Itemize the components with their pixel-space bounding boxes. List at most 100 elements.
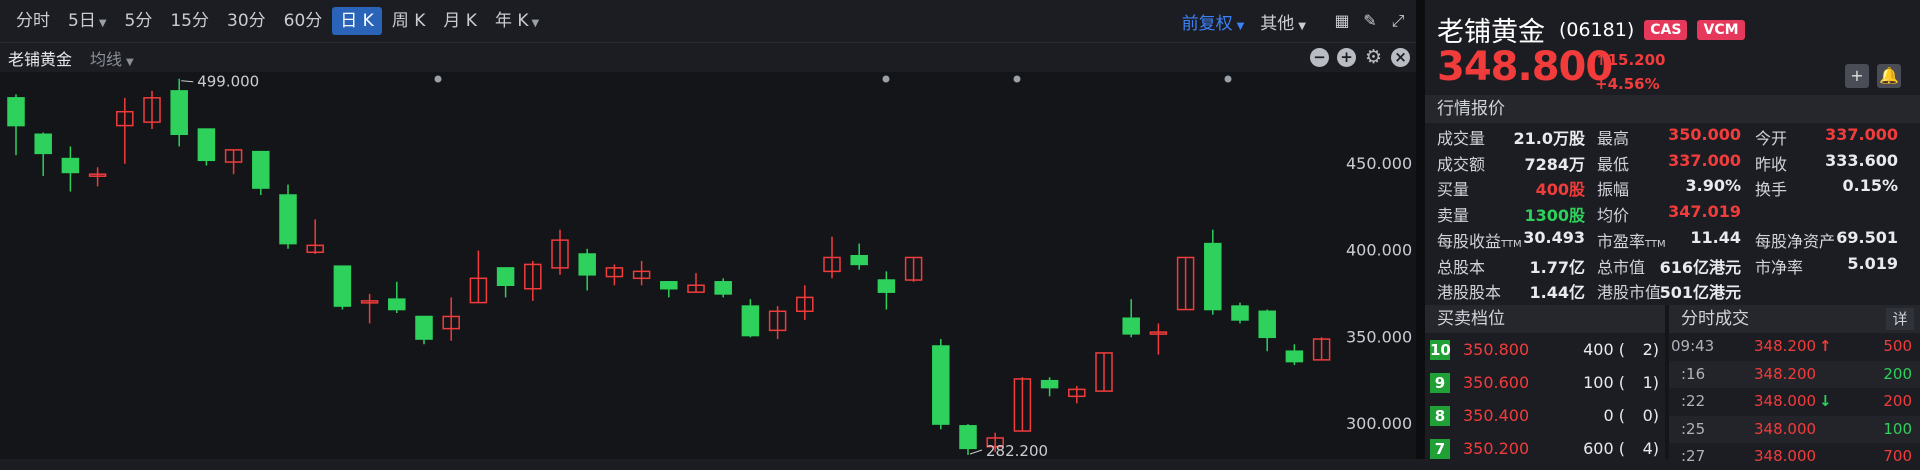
period-tab-label: 15分	[170, 11, 209, 31]
minus-icon[interactable]: −	[1310, 48, 1329, 67]
ma-label: 均线	[90, 49, 123, 69]
level-badge: 7	[1430, 439, 1450, 459]
orderbook-row[interactable]: 10 350.800 400 (2)	[1425, 333, 1665, 366]
tick-row: 09:43 348.200 ↑ 500	[1669, 333, 1920, 360]
tick-time: :27	[1681, 447, 1706, 465]
tick-row: :25 348.000 100	[1669, 415, 1920, 443]
period-tab-8[interactable]: 月 K	[435, 7, 485, 35]
orderbook-row[interactable]: 8 350.400 0 (0)	[1425, 399, 1665, 432]
quote-label: 总市值	[1597, 254, 1645, 278]
tick-volume: 500	[1883, 337, 1912, 355]
vcm-badge: VCM	[1697, 19, 1745, 40]
tick-time: :22	[1681, 392, 1706, 410]
level-badge: 10	[1430, 340, 1451, 360]
candle-body	[1204, 242, 1222, 311]
toolbar-right: 前复权 ▼ 其他 ▼ ▦ ✎ ⤢	[1182, 0, 1408, 42]
panel-divider	[1665, 305, 1669, 459]
quote-label-text: 港股股本	[1437, 283, 1502, 302]
tick-volume: 200	[1883, 392, 1912, 410]
tick-row: :27 348.000 700	[1669, 443, 1920, 470]
candle-body	[170, 90, 188, 136]
close-icon[interactable]: ×	[1391, 48, 1410, 67]
orderbook-row[interactable]: 9 350.600 100 (1)	[1425, 366, 1665, 399]
splitter-handle[interactable]	[1416, 0, 1425, 459]
gear-icon[interactable]: ⚙	[1364, 48, 1383, 67]
event-marker	[1224, 75, 1232, 83]
quote-value: 7284万	[1524, 154, 1585, 174]
period-tab-0[interactable]: 分时	[8, 7, 58, 35]
period-tab-2[interactable]: 5分	[117, 7, 161, 35]
tick-price: 348.000	[1754, 447, 1817, 465]
period-tab-label: 30分	[227, 11, 266, 31]
chart-panel: 分时 5日 ▼ 5分 15分 30分 60分日 K周 K月 K年 K ▼ 前复权 ▼ 其他 ▼ ▦…	[0, 0, 1416, 459]
quote-label-text: 均价	[1597, 205, 1630, 225]
quote-label: 最低	[1597, 151, 1629, 175]
period-tab-6[interactable]: 日 K	[332, 7, 382, 35]
event-marker	[1013, 75, 1021, 83]
ma-dropdown[interactable]: 均线 ▼	[90, 46, 134, 70]
tick-price: 348.000	[1754, 419, 1817, 438]
tick-row: :16 348.200 200	[1669, 360, 1920, 388]
ask-price: 350.800	[1463, 340, 1530, 359]
period-tab-5[interactable]: 60分	[276, 7, 331, 35]
plus-icon[interactable]: +	[1337, 48, 1356, 67]
orderbook: 10 350.800 400 (2) 9 350.600 100 (1) 8 350.400 0…	[1425, 305, 1665, 459]
quote-label-text: 市净率	[1755, 257, 1804, 277]
quote-label: 均价	[1597, 202, 1629, 226]
quote-section-title: 行情报价	[1425, 95, 1920, 123]
candlestick-chart[interactable]: 450.000 400.000 350.000 300.000 499.000 282.2…	[0, 72, 1416, 459]
tick-price: 348.200	[1754, 337, 1817, 355]
period-tab-label: 年 K	[494, 11, 529, 31]
layout-icon[interactable]: ▦	[1332, 11, 1352, 31]
period-tab-label: 分时	[16, 11, 50, 31]
orderbook-row[interactable]: 7 350.200 600 (4)	[1425, 432, 1665, 465]
period-tab-7[interactable]: 周 K	[384, 7, 434, 35]
ask-qty: 400 (	[1583, 340, 1625, 359]
candle-body	[660, 281, 678, 290]
quote-label: 买量	[1437, 176, 1469, 200]
candle-body	[388, 298, 406, 311]
level-badge: 8	[1430, 406, 1450, 426]
chart-controls: − + ⚙ ×	[1302, 48, 1410, 67]
quote-label: 每股净资产	[1755, 228, 1835, 252]
candle-body	[714, 281, 732, 295]
y-tick-label: 400.000	[1346, 241, 1412, 260]
fullscreen-icon[interactable]: ⤢	[1388, 11, 1408, 31]
quote-label-text: 最高	[1597, 129, 1630, 148]
quote-label: 总股本	[1437, 254, 1485, 278]
quote-label: 成交量	[1437, 125, 1485, 149]
other-dropdown[interactable]: 其他 ▼	[1260, 9, 1306, 34]
low-annotation-arrow	[969, 449, 983, 455]
period-tab-9[interactable]: 年 K ▼	[487, 7, 547, 35]
quote-label-text: 市盈率	[1597, 232, 1646, 251]
quote-value: 69.501	[1836, 228, 1898, 247]
fuquan-label: 前复权	[1181, 13, 1233, 34]
tick-volume: 200	[1883, 364, 1912, 383]
quote-label: 今开	[1755, 125, 1787, 149]
add-watchlist-button[interactable]: +	[1845, 64, 1869, 88]
period-tab-1[interactable]: 5日 ▼	[60, 7, 115, 35]
low-annotation-label: 282.200	[986, 442, 1048, 459]
other-label: 其他	[1260, 13, 1295, 34]
quote-label-text: 卖量	[1437, 205, 1470, 225]
candle-body	[61, 157, 80, 174]
quote-section-label: 行情报价	[1437, 99, 1505, 119]
quote-label-text: 港股市值	[1597, 283, 1662, 302]
quote-value: 333.600	[1825, 150, 1898, 170]
draw-pen-icon[interactable]: ✎	[1360, 11, 1380, 31]
tick-price: 348.000	[1754, 392, 1817, 410]
quote-label-text: 成交量	[1437, 129, 1486, 148]
indicator-bar: 老铺黄金 均线 ▼ − + ⚙ ×	[0, 42, 1416, 72]
period-tab-4[interactable]: 30分	[219, 7, 274, 35]
period-tab-label: 5日	[68, 11, 96, 31]
period-tab-3[interactable]: 15分	[162, 7, 217, 35]
quote-label-text: 今开	[1755, 129, 1788, 148]
alert-bell-icon[interactable]: 🔔	[1877, 64, 1901, 88]
tick-volume: 100	[1883, 419, 1912, 438]
quote-value: 1300股	[1524, 205, 1585, 225]
candle-body	[279, 194, 297, 245]
quote-label-text: 振幅	[1597, 180, 1630, 199]
tick-direction-icon: ↓	[1819, 392, 1832, 410]
fuquan-dropdown[interactable]: 前复权 ▼	[1182, 9, 1245, 34]
period-tab-label: 60分	[283, 11, 323, 31]
